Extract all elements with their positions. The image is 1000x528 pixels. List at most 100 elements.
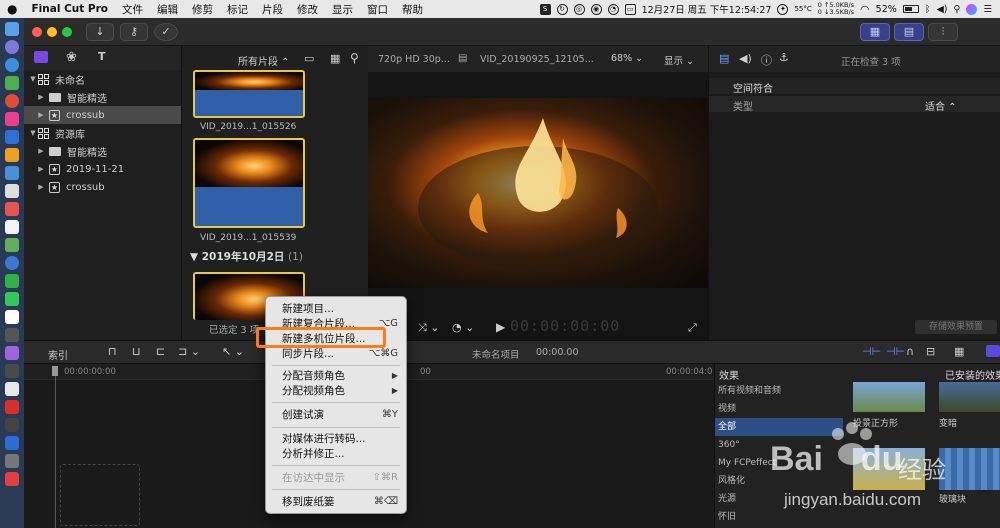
minimize-window-button[interactable] bbox=[47, 27, 57, 37]
effects-category[interactable]: 风格化 bbox=[715, 472, 843, 490]
libraries-icon[interactable] bbox=[34, 51, 48, 63]
index-button[interactable]: 索引 bbox=[48, 347, 68, 362]
insert-clip-icon[interactable]: ⊔ bbox=[132, 345, 141, 358]
keywords-button[interactable]: ⚷ bbox=[120, 23, 148, 41]
dock-app-icon[interactable] bbox=[5, 364, 19, 378]
menu-transcode-media[interactable]: 对媒体进行转码... bbox=[266, 431, 406, 447]
library-item[interactable]: ▼ 未命名 bbox=[24, 70, 181, 88]
event-item-selected[interactable]: ▶ ★ crossub bbox=[24, 106, 181, 124]
dock-app-icon[interactable] bbox=[5, 310, 19, 324]
timeline-drop-zone[interactable] bbox=[60, 464, 140, 526]
effect-thumbnail[interactable] bbox=[853, 448, 925, 490]
battery-icon[interactable] bbox=[902, 5, 919, 13]
photos-audio-icon[interactable]: ❀ bbox=[66, 50, 77, 65]
dock-app-icon[interactable] bbox=[5, 76, 19, 90]
menu-app-name[interactable]: Final Cut Pro bbox=[24, 3, 115, 15]
menu-edit[interactable]: 编辑 bbox=[150, 2, 185, 17]
effects-category[interactable]: My FCPeffect bbox=[715, 454, 843, 472]
speed-tool-icon[interactable]: ◔ ⌄ bbox=[452, 321, 474, 334]
menu-window[interactable]: 窗口 bbox=[360, 2, 395, 17]
dock-app-icon[interactable] bbox=[5, 238, 19, 252]
playhead-marker[interactable] bbox=[52, 366, 58, 376]
dock-app-icon[interactable] bbox=[5, 274, 19, 288]
wifi-icon[interactable]: ◠ bbox=[860, 3, 870, 16]
share-inspector-icon[interactable]: ⚓ bbox=[779, 51, 789, 64]
titles-generators-icon[interactable]: T bbox=[98, 50, 106, 63]
clip-thumbnail[interactable] bbox=[193, 70, 305, 118]
dock-app-icon[interactable] bbox=[5, 418, 19, 432]
audio-skimming-icon[interactable]: ⊣⊢ bbox=[862, 345, 881, 358]
menu-create-audition[interactable]: 创建试演 ⌘Y bbox=[266, 407, 406, 423]
dock-app-icon[interactable] bbox=[5, 382, 19, 396]
dock-app-icon[interactable] bbox=[5, 400, 19, 414]
disclosure-triangle-icon[interactable]: ▶ bbox=[36, 111, 46, 119]
fullscreen-icon[interactable]: ⤢ bbox=[688, 321, 697, 335]
apple-icon[interactable]: ● bbox=[0, 2, 24, 16]
timeline-layout-button[interactable]: ▤ bbox=[894, 23, 924, 41]
menu-assign-video-roles[interactable]: 分配视频角色 ▶ bbox=[266, 383, 406, 399]
disclosure-triangle-icon[interactable]: ▶ bbox=[36, 165, 46, 173]
menu-trim[interactable]: 修剪 bbox=[185, 2, 220, 17]
dock-app-icon[interactable] bbox=[5, 130, 19, 144]
dock-app-icon[interactable] bbox=[5, 292, 19, 306]
dock-app-icon[interactable] bbox=[5, 166, 19, 180]
menu-mark[interactable]: 标记 bbox=[220, 2, 255, 17]
menu-modify[interactable]: 修改 bbox=[290, 2, 325, 17]
smart-collection-item[interactable]: ▶ 智能精选 bbox=[24, 142, 181, 160]
background-tasks-button[interactable]: ✓ bbox=[154, 23, 178, 41]
gauge-icon[interactable]: ◔ bbox=[607, 3, 619, 15]
menu-file[interactable]: 文件 bbox=[115, 2, 150, 17]
dock-app-icon[interactable] bbox=[5, 256, 19, 270]
dock-app-icon[interactable] bbox=[5, 346, 19, 360]
solo-icon[interactable]: ⊣⊢ bbox=[886, 345, 905, 358]
wechat-icon[interactable]: ◉ bbox=[590, 3, 602, 15]
battery-percent[interactable]: 52% bbox=[876, 4, 897, 15]
info-inspector-icon[interactable]: ⓘ bbox=[761, 52, 772, 68]
globe-icon[interactable]: ◎ bbox=[573, 3, 585, 15]
close-window-button[interactable] bbox=[32, 27, 42, 37]
inspector-toggle-button[interactable]: ⫶ bbox=[928, 23, 958, 41]
viewer-zoom-dropdown[interactable]: 68% ⌄ bbox=[611, 53, 643, 64]
dock-app-icon[interactable] bbox=[5, 220, 19, 234]
connect-clip-icon[interactable]: ⊓ bbox=[108, 345, 117, 358]
effect-thumbnail[interactable] bbox=[939, 382, 1000, 412]
snapping-icon[interactable]: ⊟ bbox=[926, 345, 935, 358]
cleaner-icon[interactable]: ✦ bbox=[777, 3, 789, 15]
disclosure-triangle-icon[interactable]: ▼ bbox=[28, 129, 38, 137]
effect-thumbnail[interactable] bbox=[939, 448, 1000, 490]
date-group-header[interactable]: ▼ 2019年10月2日 (1) bbox=[190, 249, 303, 264]
disclosure-triangle-icon[interactable]: ▼ bbox=[28, 75, 38, 83]
menu-synchronize-clips[interactable]: 同步片段... ⌥⌘G bbox=[266, 346, 406, 362]
filmstrip-view-icon[interactable]: ▦ bbox=[330, 52, 340, 65]
menu-move-to-trash[interactable]: 移到废纸篓 ⌘⌫ bbox=[266, 494, 406, 510]
spotlight-search-icon[interactable]: ⚲ bbox=[954, 4, 961, 15]
menu-analyze-and-fix[interactable]: 分析并修正... bbox=[266, 446, 406, 462]
dock-app-icon[interactable] bbox=[5, 184, 19, 198]
library-item[interactable]: ▼ 资源库 bbox=[24, 124, 181, 142]
append-clip-icon[interactable]: ⊏ bbox=[156, 345, 165, 358]
event-item[interactable]: ▶ ★ crossub bbox=[24, 178, 181, 196]
siri-icon[interactable] bbox=[966, 3, 978, 15]
status-sync-icon[interactable]: ↻ bbox=[556, 3, 568, 15]
disclosure-triangle-icon[interactable]: ▶ bbox=[36, 183, 46, 191]
dock-app-icon[interactable] bbox=[5, 148, 19, 162]
effects-category[interactable]: 怀旧 bbox=[715, 508, 843, 526]
effects-category[interactable]: 视频 bbox=[715, 400, 843, 418]
datetime[interactable]: 12月27日 周五 下午12:54:27 bbox=[642, 2, 772, 16]
import-media-button[interactable]: ↓ bbox=[86, 23, 114, 41]
audio-inspector-icon[interactable]: ◀) bbox=[739, 52, 752, 65]
effects-category-selected[interactable]: 全部 bbox=[715, 418, 843, 436]
dock-app-icon[interactable] bbox=[5, 436, 19, 450]
menu-new-project[interactable]: 新建项目... bbox=[266, 301, 406, 317]
bluetooth-icon[interactable]: ᛒ bbox=[925, 4, 931, 15]
effect-thumbnail[interactable] bbox=[853, 382, 925, 412]
effects-category[interactable]: 所有视频和音频 bbox=[715, 382, 843, 400]
clip-appearance-icon[interactable]: ▦ bbox=[954, 345, 964, 358]
effects-category[interactable]: 360° bbox=[715, 436, 843, 454]
video-inspector-icon[interactable]: ▤ bbox=[719, 52, 729, 65]
clip-thumbnail[interactable] bbox=[193, 138, 305, 228]
menu-clip[interactable]: 片段 bbox=[255, 2, 290, 17]
clip-appearance-icon[interactable]: ▭ bbox=[304, 52, 314, 65]
disclosure-triangle-icon[interactable]: ▶ bbox=[36, 93, 46, 101]
viewer-display-dropdown[interactable]: 显示 ⌄ bbox=[664, 53, 694, 67]
